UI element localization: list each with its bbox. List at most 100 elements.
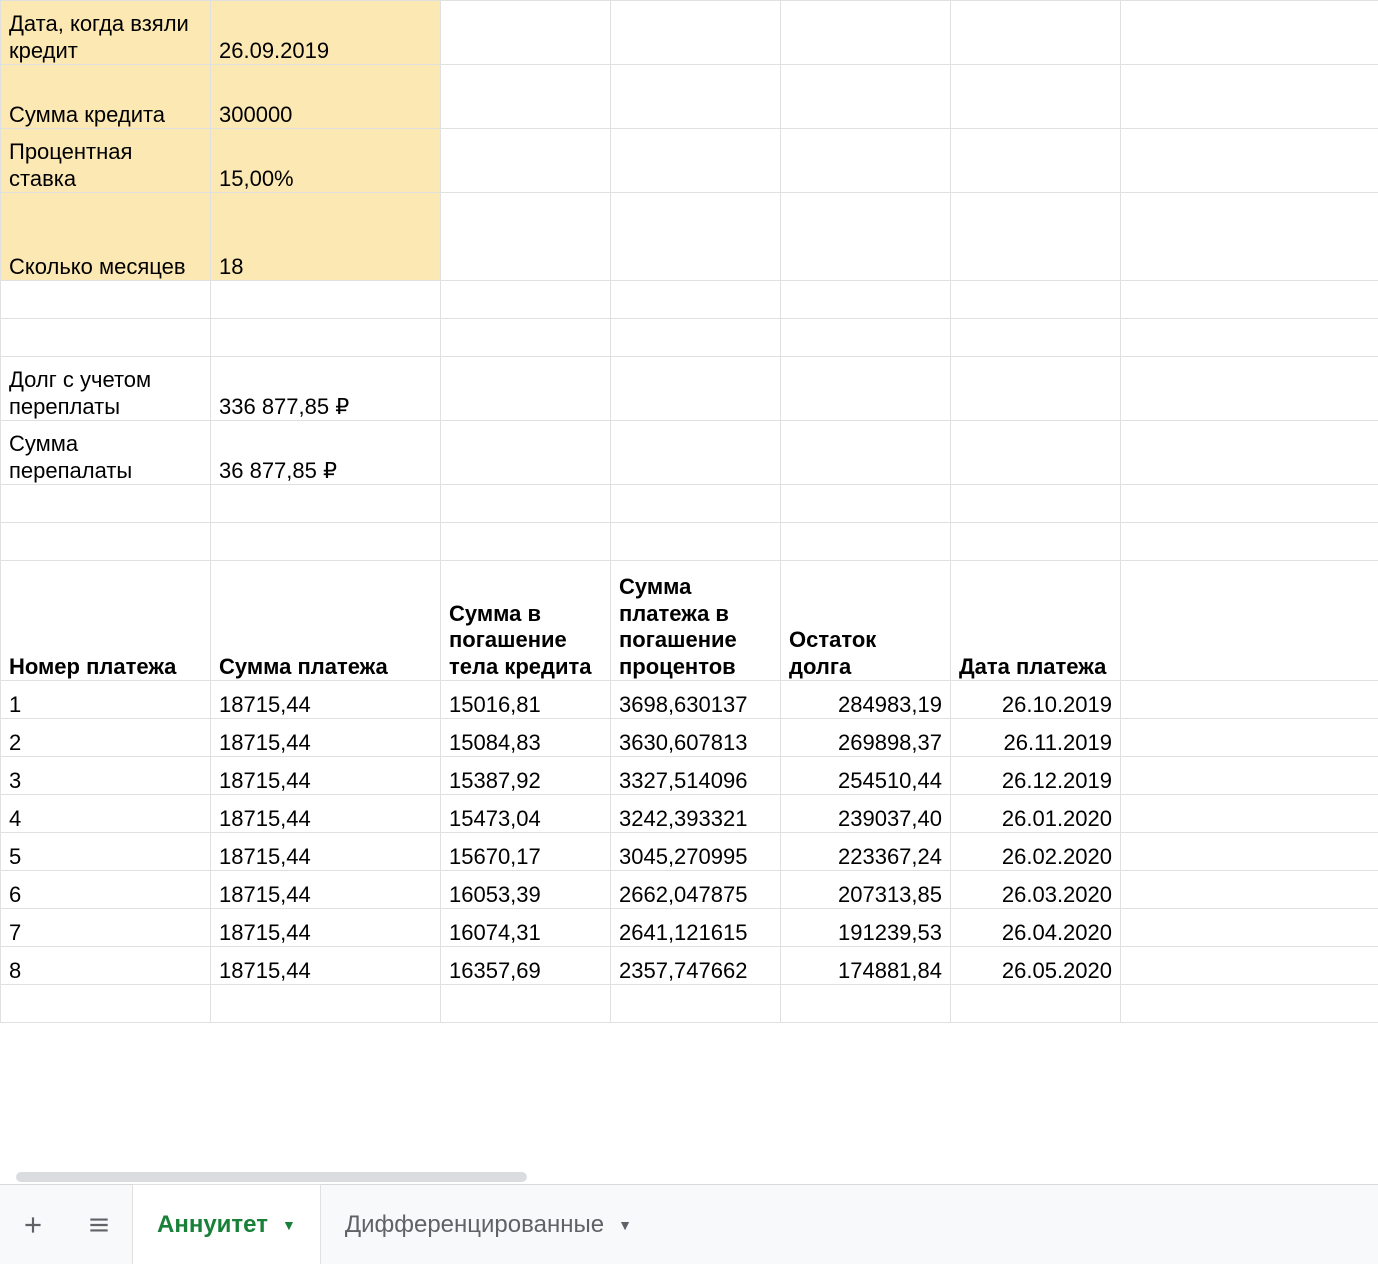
cell[interactable] xyxy=(951,65,1121,129)
cell[interactable] xyxy=(1,281,211,319)
cell[interactable] xyxy=(1,985,211,1023)
cell-rate-value[interactable]: 15,00% xyxy=(211,129,441,193)
cell[interactable] xyxy=(1121,357,1378,421)
cell[interactable] xyxy=(1121,319,1378,357)
cell[interactable] xyxy=(951,421,1121,485)
cell[interactable] xyxy=(1,485,211,523)
cell[interactable]: 15670,17 xyxy=(441,833,611,871)
cell[interactable]: 4 xyxy=(1,795,211,833)
cell[interactable]: 26.04.2020 xyxy=(951,909,1121,947)
cell[interactable] xyxy=(781,129,951,193)
cell[interactable]: 5 xyxy=(1,833,211,871)
cell[interactable] xyxy=(781,193,951,281)
cell[interactable] xyxy=(1121,65,1378,129)
cell[interactable]: 26.03.2020 xyxy=(951,871,1121,909)
cell[interactable]: 3327,514096 xyxy=(611,757,781,795)
header-body-sum[interactable]: Сумма в погашение тела кредита xyxy=(441,561,611,681)
cell[interactable] xyxy=(1121,523,1378,561)
cell[interactable]: 18715,44 xyxy=(211,947,441,985)
cell[interactable]: 2357,747662 xyxy=(611,947,781,985)
cell[interactable]: 18715,44 xyxy=(211,833,441,871)
horizontal-scrollbar[interactable] xyxy=(16,1170,1362,1184)
cell[interactable]: 26.12.2019 xyxy=(951,757,1121,795)
cell-months-label[interactable]: Сколько месяцев xyxy=(1,193,211,281)
cell[interactable] xyxy=(951,129,1121,193)
cell[interactable] xyxy=(951,281,1121,319)
scrollbar-thumb[interactable] xyxy=(16,1172,527,1182)
cell[interactable] xyxy=(1,523,211,561)
cell[interactable] xyxy=(951,357,1121,421)
cell-date-label[interactable]: Дата, когда взяли кредит xyxy=(1,1,211,65)
cell[interactable]: 15016,81 xyxy=(441,681,611,719)
cell[interactable]: 16053,39 xyxy=(441,871,611,909)
cell[interactable] xyxy=(951,985,1121,1023)
cell[interactable] xyxy=(441,193,611,281)
cell[interactable] xyxy=(441,985,611,1023)
cell[interactable] xyxy=(1121,281,1378,319)
cell[interactable]: 15084,83 xyxy=(441,719,611,757)
cell[interactable] xyxy=(441,523,611,561)
all-sheets-button[interactable] xyxy=(66,1185,132,1264)
cell-overpay-value[interactable]: 36 877,85 ₽ xyxy=(211,421,441,485)
cell[interactable]: 18715,44 xyxy=(211,871,441,909)
cell[interactable] xyxy=(1121,1,1378,65)
cell[interactable]: 26.01.2020 xyxy=(951,795,1121,833)
cell[interactable] xyxy=(781,421,951,485)
cell[interactable]: 26.02.2020 xyxy=(951,833,1121,871)
cell[interactable]: 26.05.2020 xyxy=(951,947,1121,985)
cell[interactable]: 2662,047875 xyxy=(611,871,781,909)
cell[interactable] xyxy=(611,319,781,357)
header-interest-sum[interactable]: Сумма платежа в погашение процентов xyxy=(611,561,781,681)
cell[interactable] xyxy=(1121,681,1378,719)
cell[interactable] xyxy=(611,357,781,421)
cell[interactable] xyxy=(1,319,211,357)
cell[interactable] xyxy=(1121,909,1378,947)
cell[interactable] xyxy=(781,357,951,421)
cell[interactable] xyxy=(1121,719,1378,757)
cell[interactable] xyxy=(611,65,781,129)
cell[interactable]: 18715,44 xyxy=(211,719,441,757)
cell[interactable]: 26.11.2019 xyxy=(951,719,1121,757)
cell[interactable] xyxy=(611,1,781,65)
cell[interactable]: 2 xyxy=(1,719,211,757)
cell[interactable] xyxy=(611,193,781,281)
cell[interactable] xyxy=(611,421,781,485)
cell-date-value[interactable]: 26.09.2019 xyxy=(211,1,441,65)
cell[interactable]: 15387,92 xyxy=(441,757,611,795)
cell[interactable] xyxy=(441,281,611,319)
add-sheet-button[interactable] xyxy=(0,1185,66,1264)
cell[interactable] xyxy=(611,523,781,561)
cell-rate-label[interactable]: Процентная ставка xyxy=(1,129,211,193)
cell[interactable] xyxy=(1121,485,1378,523)
cell[interactable]: 18715,44 xyxy=(211,795,441,833)
cell[interactable]: 3698,630137 xyxy=(611,681,781,719)
cell[interactable]: 6 xyxy=(1,871,211,909)
cell[interactable]: 2641,121615 xyxy=(611,909,781,947)
cell[interactable] xyxy=(211,985,441,1023)
cell[interactable]: 18715,44 xyxy=(211,681,441,719)
cell[interactable]: 254510,44 xyxy=(781,757,951,795)
header-date[interactable]: Дата платежа xyxy=(951,561,1121,681)
cell-amount-label[interactable]: Сумма кредита xyxy=(1,65,211,129)
cell[interactable] xyxy=(951,193,1121,281)
cell[interactable] xyxy=(1121,561,1378,681)
cell[interactable] xyxy=(1121,193,1378,281)
cell[interactable]: 3 xyxy=(1,757,211,795)
cell[interactable] xyxy=(611,129,781,193)
cell[interactable] xyxy=(211,485,441,523)
cell[interactable] xyxy=(781,523,951,561)
cell[interactable]: 1 xyxy=(1,681,211,719)
cell[interactable]: 284983,19 xyxy=(781,681,951,719)
tab-differentiated[interactable]: Дифференцированные ▼ xyxy=(321,1185,656,1264)
cell[interactable] xyxy=(781,281,951,319)
cell[interactable]: 8 xyxy=(1,947,211,985)
cell[interactable] xyxy=(1121,985,1378,1023)
cell[interactable]: 16074,31 xyxy=(441,909,611,947)
cell[interactable] xyxy=(441,65,611,129)
cell[interactable]: 7 xyxy=(1,909,211,947)
cell[interactable]: 26.10.2019 xyxy=(951,681,1121,719)
cell[interactable] xyxy=(441,1,611,65)
cell[interactable]: 18715,44 xyxy=(211,909,441,947)
cell[interactable] xyxy=(441,421,611,485)
cell[interactable] xyxy=(951,485,1121,523)
